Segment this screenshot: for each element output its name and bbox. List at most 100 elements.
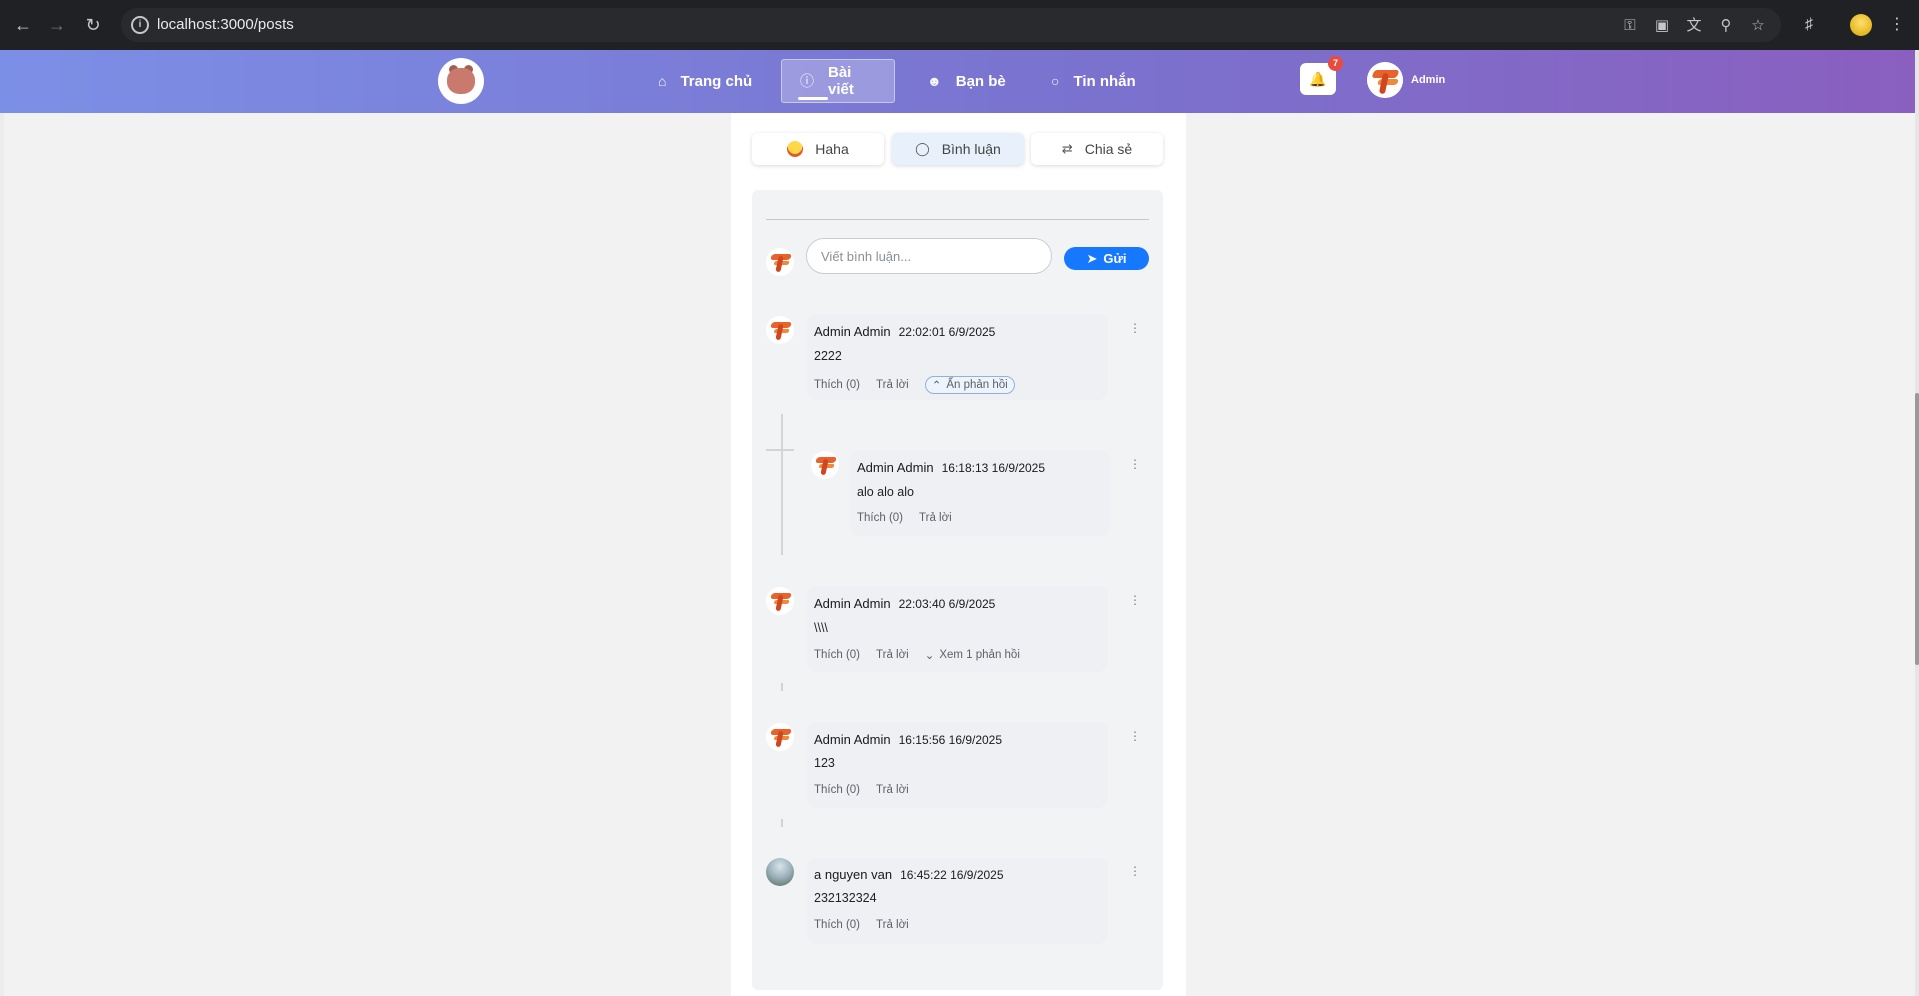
browser-toolbar: ← → ↻ i localhost:3000/posts ⚿ ▣ 文 ⚲ ☆ ♯…	[0, 0, 1919, 50]
comment-author[interactable]: a nguyen van	[814, 867, 892, 882]
more-options-icon[interactable]: ⋮	[1129, 320, 1141, 336]
reply-avatar[interactable]	[811, 451, 839, 479]
translate-icon[interactable]: 文	[1684, 16, 1704, 36]
comment-icon: ◯	[915, 141, 930, 156]
comment-time: 16:45:22 16/9/2025	[900, 868, 1004, 882]
nav-messages[interactable]: ○ Tin nhắn	[1033, 59, 1154, 103]
app-header: ⌂ Trang chủ ⓘ Bài viết ☻ Bạn bè ○ Tin nh…	[0, 50, 1915, 113]
more-options-icon[interactable]: ⋮	[1129, 863, 1141, 879]
reply-text: alo alo alo	[857, 485, 914, 499]
menu-icon[interactable]: ⋮	[1884, 12, 1910, 38]
share-button[interactable]: ⇄ Chia sẻ	[1031, 133, 1163, 165]
like-button[interactable]: Thích (0)	[814, 379, 860, 391]
thread-tick	[781, 683, 783, 691]
nav-friends[interactable]: ☻ Bạn bè	[909, 59, 1024, 103]
comment-avatar[interactable]	[766, 316, 794, 344]
chevron-up-icon: ⌃	[931, 380, 942, 392]
comment-header: Admin Admin 22:03:40 6/9/2025	[814, 596, 995, 611]
nav-friends-label: Bạn bè	[955, 72, 1006, 90]
haha-emoji-icon	[787, 141, 804, 157]
reply-thread-branch	[766, 449, 794, 451]
comment-time: 22:03:40 6/9/2025	[898, 597, 996, 611]
comment-text: 2222	[814, 349, 842, 363]
site-info-icon[interactable]: i	[131, 16, 149, 34]
install-icon[interactable]: ▣	[1652, 16, 1672, 36]
nav-messages-label: Tin nhắn	[1073, 72, 1136, 90]
home-icon: ⌂	[658, 73, 667, 89]
thread-tick	[781, 819, 783, 827]
like-button[interactable]: Thích (0)	[814, 919, 860, 931]
haha-button[interactable]: Haha	[752, 133, 884, 165]
hide-replies-label: Ẩn phản hồi	[946, 379, 1008, 391]
reply-button[interactable]: Trả lời	[919, 512, 952, 524]
profile-icon[interactable]	[1850, 14, 1872, 36]
reply-button[interactable]: Trả lời	[876, 919, 909, 931]
view-replies-label: Xem 1 phản hồi	[939, 649, 1020, 661]
more-options-icon[interactable]: ⋮	[1129, 456, 1141, 472]
comment-time: 22:02:01 6/9/2025	[898, 325, 996, 339]
comment-actions: Thích (0) Trả lời ⌃ Ẩn phản hồi	[814, 376, 1015, 394]
like-button[interactable]: Thích (0)	[814, 649, 860, 661]
nav-posts-label: Bài viết	[828, 64, 854, 98]
user-name[interactable]: Admin	[1411, 74, 1445, 86]
reload-icon[interactable]: ↻	[80, 12, 106, 38]
share-icon: ⇄	[1061, 141, 1073, 156]
like-button[interactable]: Thích (0)	[857, 512, 903, 524]
address-bar[interactable]: i localhost:3000/posts ⚿ ▣ 文 ⚲ ☆	[121, 8, 1781, 42]
comment-avatar[interactable]	[766, 858, 794, 886]
reply-author[interactable]: Admin Admin	[857, 460, 934, 475]
info-icon: ⓘ	[800, 73, 814, 89]
left-edge	[0, 113, 4, 996]
active-underline	[798, 97, 828, 100]
reply-button[interactable]: Trả lời	[876, 784, 909, 796]
reply-button[interactable]: Trả lời	[876, 649, 909, 661]
send-icon: ➤	[1086, 250, 1098, 266]
back-icon[interactable]: ←	[10, 12, 36, 38]
friends-icon: ☻	[927, 73, 942, 89]
composer-avatar	[766, 248, 794, 276]
comment-button[interactable]: ◯ Bình luận	[892, 133, 1024, 165]
reply-button[interactable]: Trả lời	[876, 379, 909, 391]
comment-avatar[interactable]	[766, 723, 794, 751]
send-button[interactable]: ➤ Gửi	[1064, 247, 1149, 270]
comment-actions: Thích (0) Trả lời	[814, 784, 909, 796]
nav-home[interactable]: ⌂ Trang chủ	[640, 59, 770, 103]
app-logo[interactable]	[438, 58, 484, 104]
hide-replies-button[interactable]: ⌃ Ẩn phản hồi	[924, 376, 1015, 394]
comment-time: 16:15:56 16/9/2025	[898, 733, 1003, 747]
forward-icon[interactable]: →	[44, 12, 70, 38]
post-action-bar: Haha ◯ Bình luận ⇄ Chia sẻ	[752, 133, 1164, 167]
reply-header: Admin Admin 16:18:13 16/9/2025	[857, 460, 1045, 475]
comment-actions: Thích (0) Trả lời ⌄ Xem 1 phản hồi	[814, 648, 1020, 662]
reply-thread-line	[781, 414, 783, 555]
comment-header: Admin Admin 16:15:56 16/9/2025	[814, 732, 1002, 747]
comment-text: 123	[814, 756, 835, 770]
nav-posts[interactable]: ⓘ Bài viết	[781, 59, 895, 103]
comment-input[interactable]	[806, 238, 1052, 274]
comment-header: Admin Admin 22:02:01 6/9/2025	[814, 324, 995, 339]
reply-time: 16:18:13 16/9/2025	[941, 461, 1046, 475]
comments-divider	[766, 219, 1149, 220]
comment-avatar[interactable]	[766, 587, 794, 615]
page-scrollbar-thumb[interactable]	[1915, 393, 1919, 665]
url-text[interactable]: localhost:3000/posts	[157, 16, 294, 33]
like-button[interactable]: Thích (0)	[814, 784, 860, 796]
star-icon[interactable]: ☆	[1748, 16, 1768, 36]
user-avatar[interactable]	[1367, 62, 1403, 98]
comment-author[interactable]: Admin Admin	[814, 732, 891, 747]
share-label: Chia sẻ	[1084, 141, 1133, 157]
comment-author[interactable]: Admin Admin	[814, 596, 891, 611]
extensions-icon[interactable]: ♯	[1796, 12, 1822, 38]
message-icon: ○	[1051, 73, 1060, 89]
more-options-icon[interactable]: ⋮	[1129, 728, 1141, 744]
zoom-icon[interactable]: ⚲	[1716, 16, 1736, 36]
comment-label: Bình luận	[941, 141, 1001, 157]
comment-actions: Thích (0) Trả lời	[814, 919, 909, 931]
nav-home-label: Trang chủ	[680, 72, 753, 90]
more-options-icon[interactable]: ⋮	[1129, 592, 1141, 608]
comment-author[interactable]: Admin Admin	[814, 324, 891, 339]
comment-text: \\\\	[814, 621, 828, 635]
view-replies-button[interactable]: ⌄ Xem 1 phản hồi	[925, 648, 1020, 662]
key-icon[interactable]: ⚿	[1620, 16, 1640, 36]
comment-text: 232132324	[814, 891, 877, 905]
